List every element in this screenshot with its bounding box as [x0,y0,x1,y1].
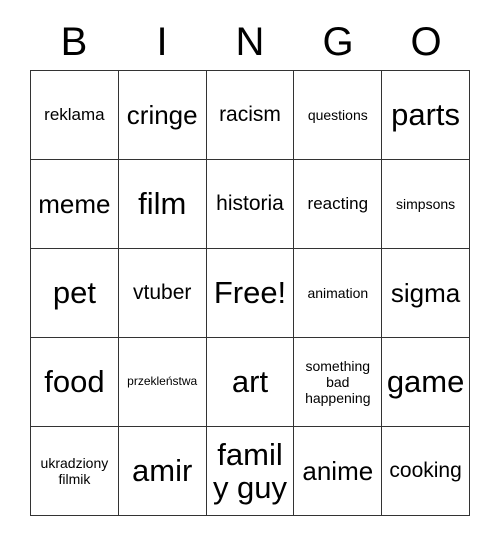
header-letter-i: I [156,20,168,64]
bingo-grid: reklama cringe racism questions parts meme fil… [30,70,470,516]
header-letter-b: B [60,20,88,64]
bingo-cell-label: cringe [126,99,198,130]
bingo-cell[interactable]: parts [382,71,470,160]
bingo-cell[interactable]: cringe [118,71,207,160]
bingo-cell-label: Free! [213,275,287,311]
bingo-cell-label: something bad happening [305,357,371,407]
bingo-cell-label: anime [302,455,374,486]
bingo-cell[interactable]: amir [118,427,207,516]
bingo-cell-label: reklama [44,104,105,124]
bingo-cell[interactable]: vtuber [118,249,207,338]
header-letter-n: N [235,20,265,64]
bingo-cell-label: amir [132,453,193,489]
bingo-cell-label: game [386,364,465,400]
bingo-free-space[interactable]: Free! [206,249,295,338]
bingo-cell-label: parts [391,97,461,133]
bingo-cell[interactable]: sigma [382,249,470,338]
bingo-cell[interactable]: film [118,160,207,249]
bingo-cell-label: animation [307,284,369,301]
bingo-cell[interactable]: reacting [294,160,383,249]
bingo-cell[interactable]: something bad happening [294,338,383,427]
bingo-cell[interactable]: anime [294,427,383,516]
bingo-card: B I N G O reklama cringe racism questions pa… [30,14,470,516]
bingo-cell-label: historia [216,191,284,215]
bingo-cell-label: questions [307,106,368,123]
bingo-cell-label: pet [52,275,96,311]
bingo-cell[interactable]: cooking [382,427,470,516]
bingo-cell[interactable]: pet [31,249,119,338]
bingo-cell[interactable]: game [382,338,470,427]
bingo-cell-label: racism [219,102,281,126]
header-letter-o: O [410,20,442,64]
bingo-cell[interactable]: przekleństwa [118,338,207,427]
bingo-cell[interactable]: questions [294,71,383,160]
bingo-cell-label: simpsons [396,195,456,212]
bingo-cell-label: art [231,364,269,400]
bingo-cell[interactable]: food [31,338,119,427]
bingo-cell[interactable]: ukradziony filmik [31,427,119,516]
bingo-cell[interactable]: art [206,338,295,427]
bingo-cell[interactable]: racism [206,71,295,160]
bingo-cell[interactable]: family guy [206,427,295,516]
bingo-cell-label: ukradziony filmik [40,454,109,487]
bingo-cell[interactable]: simpsons [382,160,470,249]
bingo-cell-label: family guy [212,436,288,505]
bingo-cell-label: cooking [389,458,462,482]
header-letter-g: G [322,20,354,64]
bingo-cell-label: reacting [307,193,369,213]
bingo-cell-label: food [44,364,105,400]
bingo-cell-label: film [138,186,187,222]
bingo-cell-label: meme [38,188,111,219]
bingo-cell-label: vtuber [133,280,192,304]
bingo-header: B I N G O [30,14,470,70]
bingo-cell-label: sigma [390,277,461,308]
bingo-cell-label: przekleństwa [127,374,198,389]
bingo-cell[interactable]: historia [206,160,295,249]
bingo-cell[interactable]: reklama [31,71,119,160]
bingo-cell[interactable]: animation [294,249,383,338]
bingo-cell[interactable]: meme [31,160,119,249]
